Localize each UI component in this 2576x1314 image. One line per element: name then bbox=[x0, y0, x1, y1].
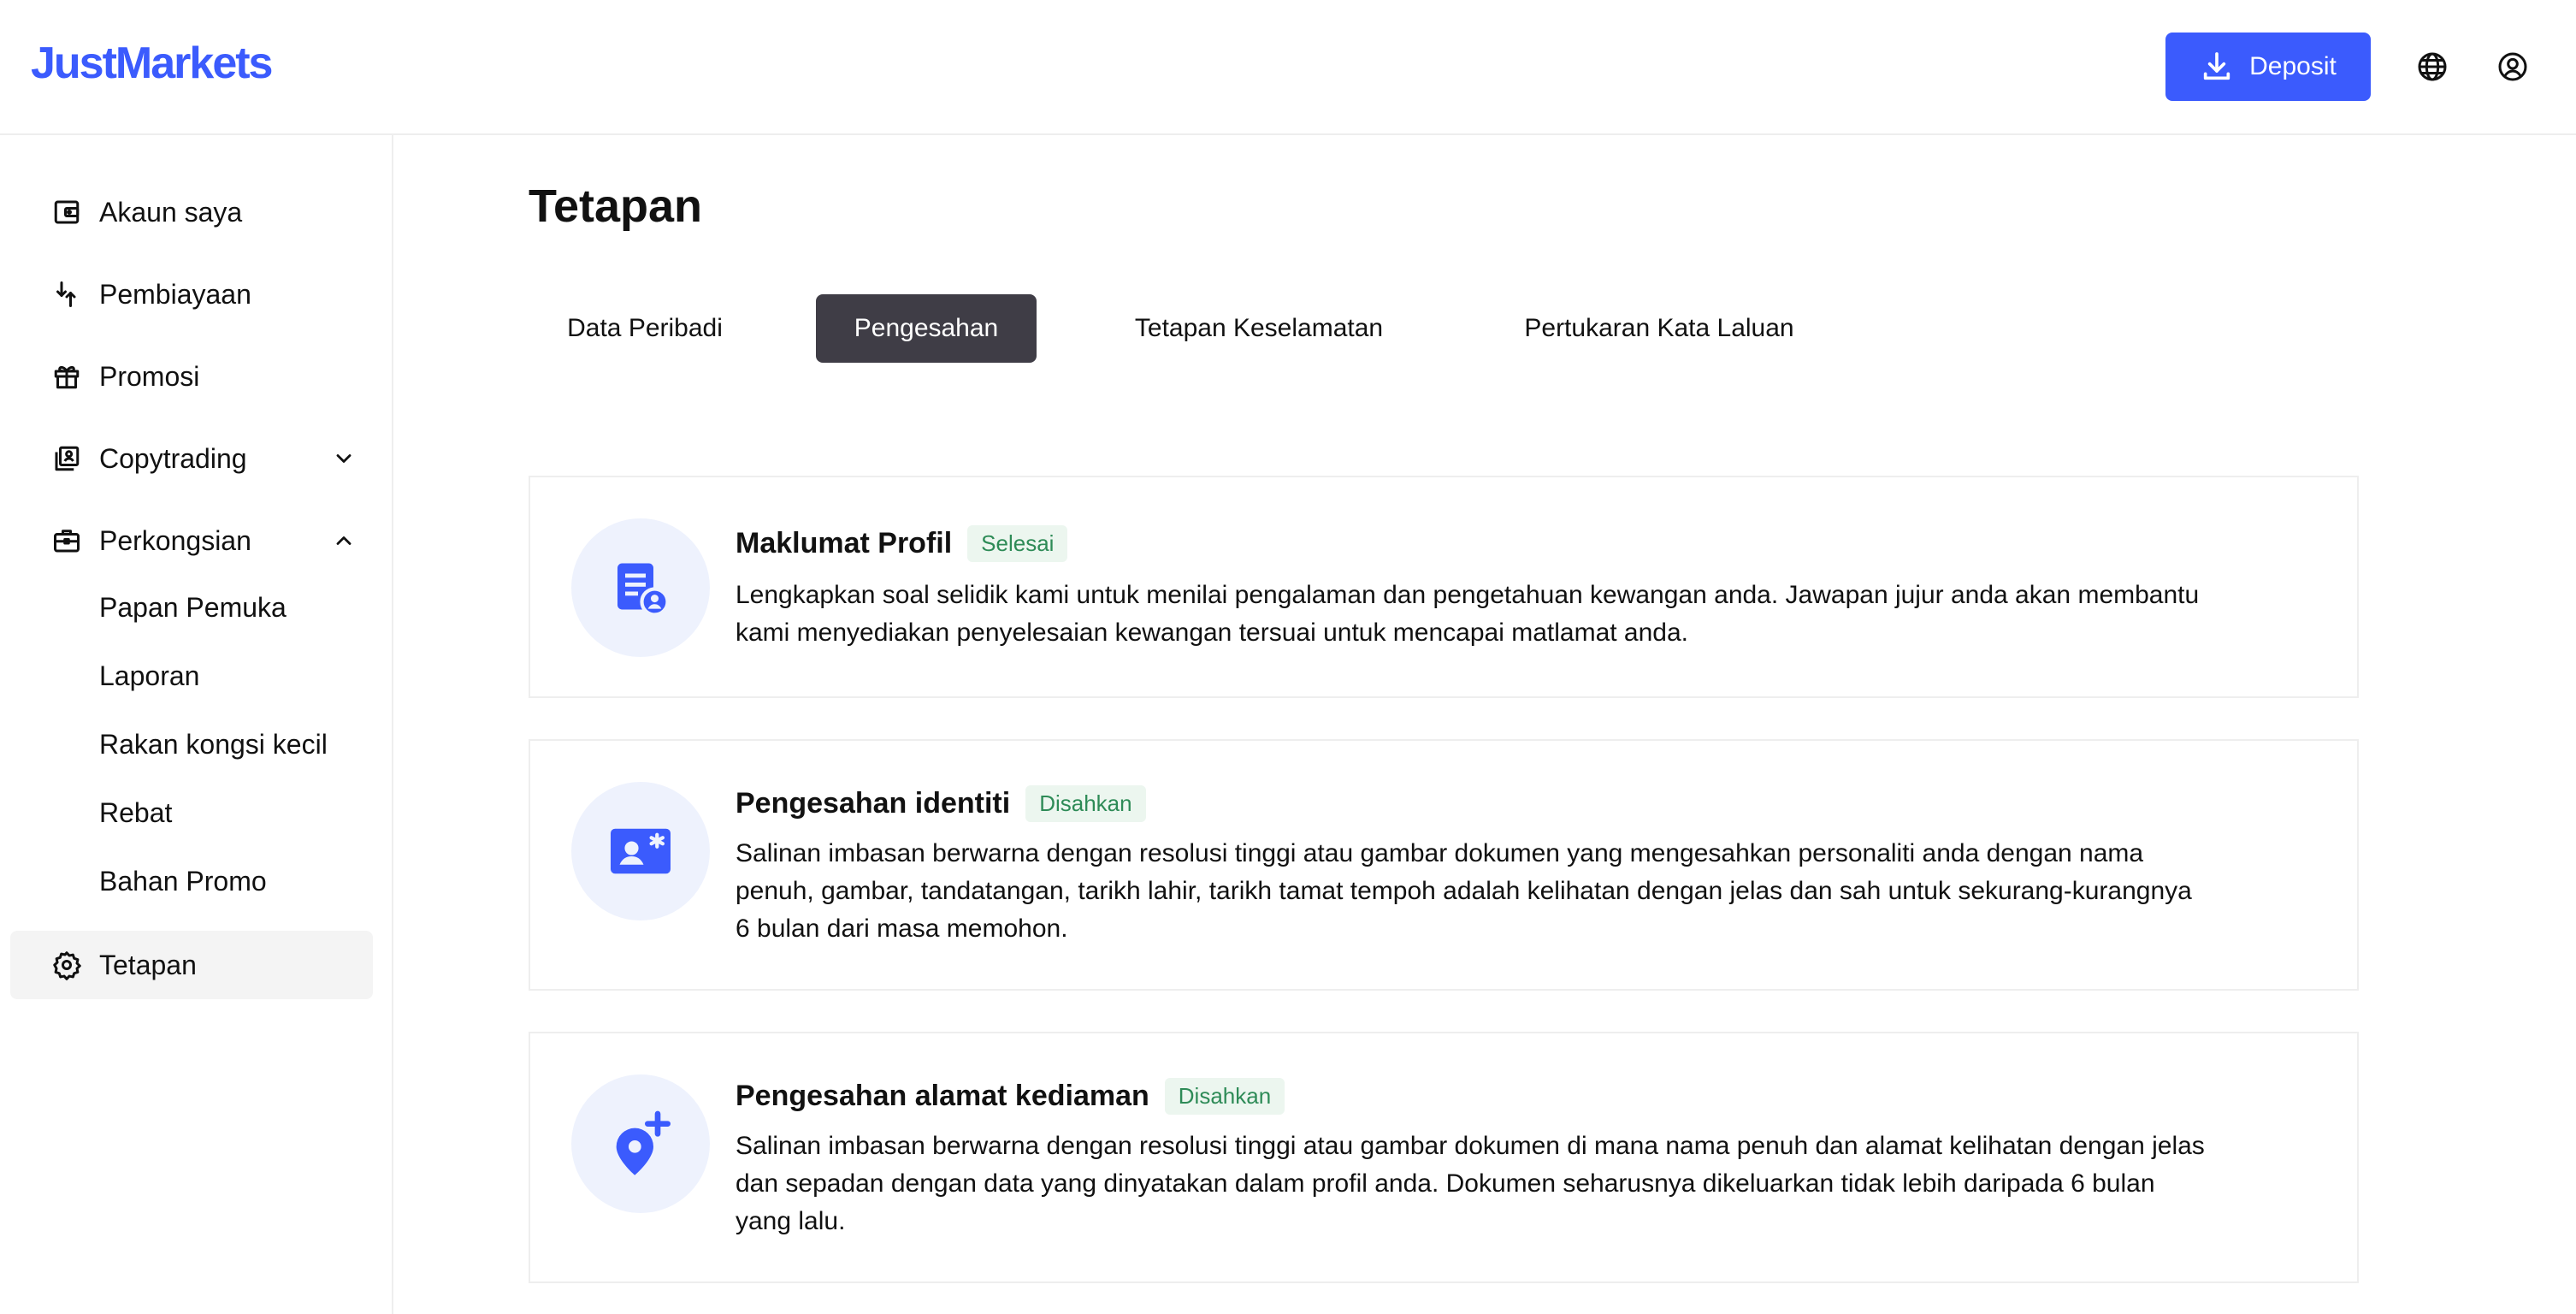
deposit-button[interactable]: Deposit bbox=[2165, 33, 2371, 101]
tab-data-peribadi[interactable]: Data Peribadi bbox=[529, 294, 761, 363]
wallet-icon bbox=[54, 200, 80, 224]
sidebar-item-label: Copytrading bbox=[99, 442, 247, 474]
logo[interactable]: JustMarkets bbox=[31, 38, 273, 89]
top-header: JustMarkets Deposit bbox=[0, 0, 2576, 135]
sidebar-item-copytrading[interactable]: Copytrading bbox=[10, 424, 373, 493]
sidebar: Akaun saya Pembiayaan Promosi Copytradin… bbox=[0, 135, 393, 1314]
tab-pertukaran-kata-laluan[interactable]: Pertukaran Kata Laluan bbox=[1481, 294, 1837, 363]
verification-card-identity[interactable]: Pengesahan identiti Disahkan Salinan imb… bbox=[529, 739, 2359, 991]
status-badge: Selesai bbox=[967, 525, 1068, 562]
card-description: Lengkapkan soal selidik kami untuk menil… bbox=[736, 581, 2200, 647]
verification-card-address[interactable]: Pengesahan alamat kediaman Disahkan Sali… bbox=[529, 1032, 2359, 1283]
card-description: Salinan imbasan berwarna dengan resolusi… bbox=[736, 1132, 2205, 1235]
location-pin-plus-icon bbox=[616, 1110, 671, 1175]
sidebar-item-label: Pembiayaan bbox=[99, 278, 251, 310]
sidebar-subitem-bahan-promo[interactable]: Bahan Promo bbox=[99, 861, 267, 902]
sidebar-subitem-rebat[interactable]: Rebat bbox=[99, 792, 172, 833]
card-title-row: Pengesahan identiti Disahkan bbox=[736, 785, 1146, 822]
gift-icon bbox=[54, 365, 80, 389]
sidebar-item-label: Promosi bbox=[99, 360, 200, 392]
user-circle-icon[interactable] bbox=[2494, 48, 2532, 86]
tab-tetapan-keselamatan[interactable]: Tetapan Keselamatan bbox=[1091, 294, 1427, 363]
sidebar-subitem-papan-pemuka[interactable]: Papan Pemuka bbox=[99, 587, 287, 628]
page-title: Tetapan bbox=[529, 181, 703, 232]
sidebar-subitem-rakan-kongsi-kecil[interactable]: Rakan kongsi kecil bbox=[99, 724, 328, 765]
card-icon-wrap bbox=[571, 1074, 710, 1213]
status-badge: Disahkan bbox=[1025, 785, 1146, 822]
sidebar-item-tetapan[interactable]: Tetapan bbox=[10, 931, 373, 999]
card-title: Maklumat Profil bbox=[736, 527, 953, 559]
download-icon bbox=[2203, 52, 2230, 80]
sidebar-item-label: Tetapan bbox=[99, 949, 197, 980]
sidebar-item-label: Akaun saya bbox=[99, 196, 243, 228]
sidebar-item-promosi[interactable]: Promosi bbox=[10, 342, 373, 411]
transfer-arrows-icon bbox=[56, 281, 76, 307]
sidebar-item-label: Perkongsian bbox=[99, 524, 251, 556]
sidebar-subitem-laporan[interactable]: Laporan bbox=[99, 655, 199, 696]
sidebar-item-akaun-saya[interactable]: Akaun saya bbox=[10, 178, 373, 246]
card-title: Pengesahan alamat kediaman bbox=[736, 1080, 1149, 1112]
chevron-up-icon[interactable] bbox=[332, 529, 356, 553]
card-icon-wrap bbox=[571, 518, 710, 657]
status-badge: Disahkan bbox=[1164, 1078, 1285, 1115]
id-card-icon bbox=[611, 828, 671, 874]
briefcase-icon bbox=[54, 530, 80, 553]
deposit-label: Deposit bbox=[2249, 52, 2337, 80]
sidebar-item-pembiayaan[interactable]: Pembiayaan bbox=[10, 260, 373, 328]
sidebar-item-perkongsian[interactable]: Perkongsian bbox=[10, 506, 373, 575]
verification-card-profile[interactable]: Maklumat Profil Selesai Lengkapkan soal … bbox=[529, 476, 2359, 698]
chevron-down-icon[interactable] bbox=[332, 447, 356, 471]
copy-user-icon bbox=[55, 446, 80, 471]
gear-icon bbox=[53, 951, 81, 980]
globe-icon[interactable] bbox=[2414, 48, 2451, 86]
profile-document-icon bbox=[617, 563, 670, 617]
card-description: Salinan imbasan berwarna dengan resolusi… bbox=[736, 839, 2192, 943]
card-icon-wrap bbox=[571, 782, 710, 920]
card-title-row: Maklumat Profil Selesai bbox=[736, 525, 1068, 562]
card-title-row: Pengesahan alamat kediaman Disahkan bbox=[736, 1078, 1285, 1115]
tab-pengesahan[interactable]: Pengesahan bbox=[816, 294, 1037, 363]
card-title: Pengesahan identiti bbox=[736, 787, 1011, 820]
